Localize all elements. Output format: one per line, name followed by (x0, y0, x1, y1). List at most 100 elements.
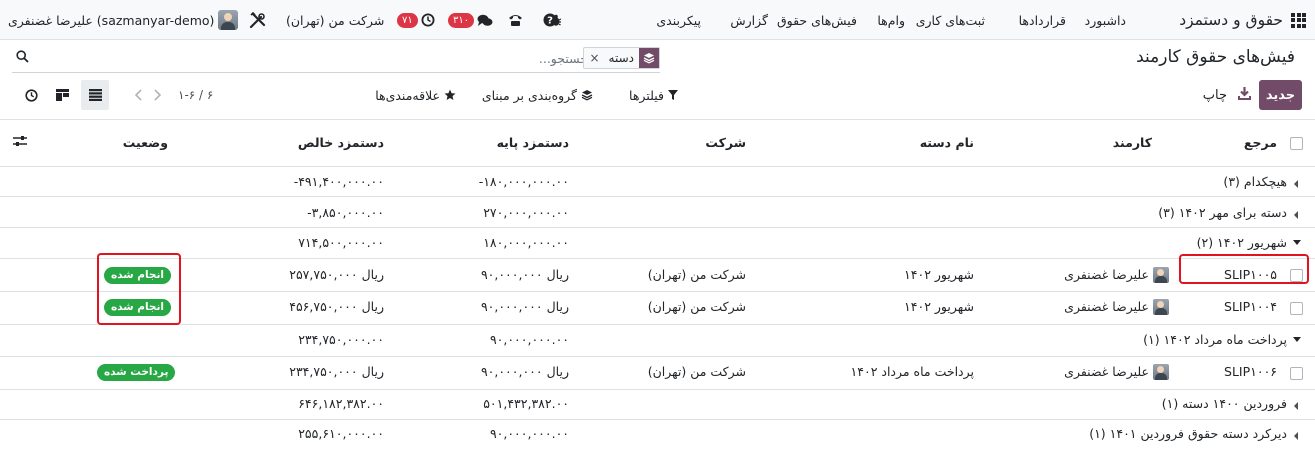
group-row[interactable]: هیچکدام (۳) -۱۸۰,۰۰۰,۰۰۰.۰۰ -۴۹۱,۴۰۰,۰۰۰… (0, 167, 1315, 197)
user-name: علیرضا غضنفری (sazmanyar-demo) (8, 12, 215, 28)
col-basic-wage[interactable]: دستمزد پایه (497, 135, 569, 150)
group-label: پرداخت ماه مرداد ۱۴۰۲ (۱) (1143, 332, 1287, 347)
tools-icon (249, 11, 266, 28)
list-icon (88, 89, 102, 101)
pager-next-button[interactable] (148, 83, 166, 107)
caret-down-icon (1293, 240, 1301, 245)
col-employee[interactable]: کارمند (1113, 135, 1152, 150)
user-avatar (218, 10, 239, 30)
menu-payslips[interactable]: فیش‌های حقوق (777, 13, 857, 28)
pager-value[interactable]: ۱-۶ / ۶ (178, 88, 213, 102)
caret-left-icon (1294, 402, 1298, 410)
basic-wage: ریال ۹۰,۰۰۰,۰۰۰ (480, 364, 569, 379)
col-net-wage[interactable]: دستمزد خالص (298, 135, 384, 150)
group-row[interactable]: پرداخت ماه مرداد ۱۴۰۲ (۱) ۹۰,۰۰۰,۰۰۰.۰۰ … (0, 325, 1315, 357)
col-company[interactable]: شرکت (705, 135, 746, 150)
group-net-total: ۷۱۴,۵۰۰,۰۰۰.۰۰ (298, 235, 384, 250)
group-basic-total: -۱۸۰,۰۰۰,۰۰۰.۰۰ (478, 174, 569, 189)
chat-icon (477, 14, 493, 26)
groupby-label: گروه‌بندی بر مبنای (481, 87, 577, 103)
column-settings-icon[interactable] (13, 135, 27, 150)
search-input[interactable] (68, 48, 588, 68)
net-wage: ریال ۴۵۶,۷۵۰,۰۰۰ (289, 299, 384, 314)
company-switcher[interactable]: شرکت من (تهران) (286, 13, 384, 28)
company-name: شرکت من (تهران) (647, 364, 746, 379)
menu-loans[interactable]: وام‌ها (877, 13, 905, 28)
activity-view-button[interactable] (17, 80, 45, 110)
menu-contracts[interactable]: قراردادها (1019, 13, 1066, 28)
group-basic-total: ۵۰۱,۴۳۲,۳۸۲.۰۰ (483, 396, 569, 411)
svg-text:?: ? (547, 16, 553, 27)
list-view-button[interactable] (81, 80, 109, 110)
basic-wage: ریال ۹۰,۰۰۰,۰۰۰ (480, 267, 569, 282)
company-name: شرکت من (تهران) (647, 267, 746, 282)
favorites-button[interactable]: علاقه‌مندی‌ها (375, 80, 456, 110)
layers-icon (581, 90, 593, 101)
row-checkbox[interactable] (1290, 367, 1303, 380)
group-net-total: ۲۵۵,۶۱۰,۰۰۰.۰۰ (298, 426, 384, 441)
menu-dashboard[interactable]: داشبورد (1085, 13, 1126, 28)
filter-icon (668, 90, 678, 100)
voip-button[interactable] (508, 0, 523, 40)
help-icon: ? (543, 13, 557, 27)
favorites-label: علاقه‌مندی‌ها (375, 87, 440, 103)
chevron-right-icon (154, 89, 161, 101)
row-checkbox[interactable] (1290, 302, 1303, 315)
pager-prev-button[interactable] (130, 83, 148, 107)
group-net-total: -۴۹۱,۴۰۰,۰۰۰.۰۰ (293, 174, 384, 189)
help-button[interactable]: ? (543, 0, 557, 40)
net-wage: ریال ۲۳۴,۷۵۰,۰۰۰ (289, 364, 384, 379)
new-button[interactable]: جدید (1259, 80, 1302, 110)
top-navbar: حقوق و دستمزد داشبورد قراردادها ثبت‌های … (0, 0, 1315, 40)
group-basic-total: ۲۷۰,۰۰۰,۰۰۰.۰۰ (483, 205, 569, 220)
table-row[interactable]: SLIP۱۰۰۴ علیرضا غضنفری شهریور ۱۴۰۲ شرکت … (0, 292, 1315, 325)
menu-reporting[interactable]: گزارش (730, 13, 768, 28)
basic-wage: ریال ۹۰,۰۰۰,۰۰۰ (480, 299, 569, 314)
table-row[interactable]: SLIP۱۰۰۶ علیرضا غضنفری پرداخت ماه مرداد … (0, 357, 1315, 390)
select-all-checkbox[interactable] (1290, 137, 1303, 150)
group-net-total: ۶۴۶,۱۸۲,۳۸۲.۰۰ (298, 396, 384, 411)
group-row[interactable]: فروردین ۱۴۰۰ دسته (۱) ۵۰۱,۴۳۲,۳۸۲.۰۰ ۶۴۶… (0, 390, 1315, 420)
layers-icon (639, 48, 659, 68)
caret-left-icon (1294, 432, 1298, 440)
group-net-total: -۳,۸۵۰,۰۰۰.۰۰ (307, 205, 384, 220)
caret-left-icon (1294, 180, 1298, 188)
menu-work-entries[interactable]: ثبت‌های کاری (916, 13, 985, 28)
batch-name: پرداخت ماه مرداد ۱۴۰۲ (850, 364, 974, 379)
app-brand[interactable]: حقوق و دستمزد (1179, 11, 1283, 29)
group-basic-total: ۱۸۰,۰۰۰,۰۰۰.۰۰ (483, 235, 569, 250)
star-icon (444, 89, 456, 100)
col-status[interactable]: وضعیت (123, 135, 168, 150)
table-header-row: مرجع کارمند نام دسته شرکت دستمزد پایه دس… (0, 120, 1315, 167)
annotation-highlight-group (1179, 254, 1309, 284)
group-label: شهریور ۱۴۰۲ (۲) (1196, 235, 1287, 250)
menu-configuration[interactable]: پیکربندی (656, 13, 701, 28)
group-row[interactable]: دیرکرد دسته حقوق فروردین ۱۴۰۱ (۱) ۹۰,۰۰۰… (0, 420, 1315, 450)
facet-remove-icon[interactable]: × (584, 51, 603, 65)
download-icon[interactable] (1238, 86, 1251, 103)
company-name: شرکت من (تهران) (647, 299, 746, 314)
search-icon[interactable] (16, 50, 29, 66)
employee-name: علیرضا غضنفری (1064, 267, 1149, 282)
apps-menu-button[interactable] (1291, 0, 1306, 40)
user-menu[interactable]: علیرضا غضنفری (sazmanyar-demo) (8, 0, 239, 40)
net-wage: ریال ۲۵۷,۷۵۰,۰۰۰ (289, 267, 384, 282)
messaging-button[interactable]: ۳۱۰ (448, 0, 493, 40)
kanban-view-button[interactable] (48, 80, 76, 110)
col-batch-name[interactable]: نام دسته (920, 135, 974, 150)
facet-label: دسته (608, 51, 634, 65)
group-row[interactable]: دسته برای مهر ۱۴۰۲ (۳) ۲۷۰,۰۰۰,۰۰۰.۰۰ -۳… (0, 197, 1315, 228)
settings-tools-button[interactable] (249, 0, 266, 40)
col-reference[interactable]: مرجع (1244, 135, 1277, 150)
filters-label: فیلترها (629, 87, 664, 103)
groupby-button[interactable]: گروه‌بندی بر مبنای (482, 80, 593, 110)
activity-count-badge: ۷۱ (397, 12, 418, 28)
print-button[interactable]: چاپ (1203, 80, 1227, 110)
clock-icon (421, 13, 435, 27)
filters-button[interactable]: فیلترها (629, 80, 678, 110)
slip-reference: SLIP۱۰۰۶ (1224, 364, 1277, 379)
group-row[interactable]: شهریور ۱۴۰۲ (۲) ۱۸۰,۰۰۰,۰۰۰.۰۰ ۷۱۴,۵۰۰,۰… (0, 228, 1315, 259)
table-row[interactable]: SLIP۱۰۰۵ علیرضا غضنفری شهریور ۱۴۰۲ شرکت … (0, 259, 1315, 292)
activities-button[interactable]: ۷۱ (397, 0, 435, 40)
batch-name: شهریور ۱۴۰۲ (904, 299, 974, 314)
